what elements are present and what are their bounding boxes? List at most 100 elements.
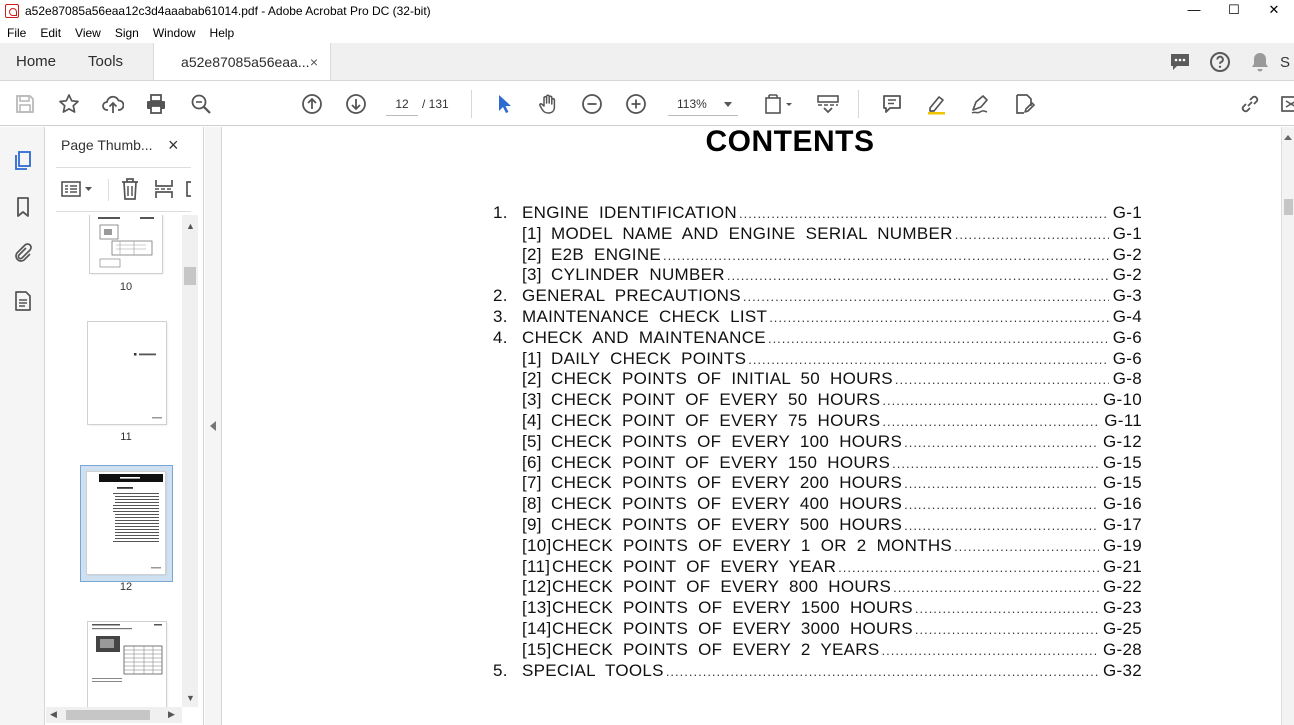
scroll-up-icon[interactable]: ▲ [186,221,195,231]
zoom-search-icon[interactable] [187,90,215,118]
page-up-icon[interactable] [298,90,326,118]
print-icon[interactable] [142,90,170,118]
minimize-button[interactable]: — [1174,0,1214,22]
menu-file[interactable]: File [0,26,33,40]
more-panel-tools-icon[interactable] [184,178,191,205]
extract-pages-icon[interactable] [153,178,175,205]
tab-document[interactable]: a52e87085a56eaa... × [153,43,332,80]
toc-entry-page: G-11 [1104,410,1142,430]
help-icon[interactable] [1200,43,1240,81]
thumbnail-page-11[interactable] [88,322,166,424]
thumbnails-icon[interactable] [10,147,36,173]
delete-page-icon[interactable] [119,177,141,206]
toc-entry-page: G-15 [1103,473,1142,493]
toc-entry[interactable]: [3] CHECK POINT OF EVERY 50 HOURS G-10 [493,390,1142,411]
toc-entry-title: CHECK POINT OF EVERY 75 HOURS [551,410,881,430]
toc-entry[interactable]: [8] CHECK POINTS OF EVERY 400 HOURS G-16 [493,494,1142,515]
toc-entry[interactable]: [6] CHECK POINT OF EVERY 150 HOURS G-15 [493,453,1142,474]
toc-entry[interactable]: [1] DAILY CHECK POINTS G-6 [493,349,1142,370]
edit-pdf-icon[interactable] [1010,90,1038,118]
close-window-button[interactable]: ✕ [1254,0,1294,22]
tab-home[interactable]: Home [0,43,72,80]
zoom-out-icon[interactable] [578,90,606,118]
hand-icon[interactable] [534,90,562,118]
bookmarks-icon[interactable] [10,194,36,220]
toc-entry[interactable]: [4] CHECK POINT OF EVERY 75 HOURS G-11 [493,411,1142,432]
menu-edit[interactable]: Edit [33,26,68,40]
toc-entry-title: MAINTENANCE CHECK LIST [522,306,768,326]
page-fit-icon[interactable] [760,90,796,118]
menu-help[interactable]: Help [203,26,242,40]
share-link-icon[interactable] [1236,90,1264,118]
comment-icon[interactable] [878,90,906,118]
collapse-panel-handle[interactable] [205,127,222,725]
highlight-icon[interactable] [922,90,950,118]
scroll-up-icon[interactable] [1284,135,1292,140]
toc-leader-dots [882,643,1099,658]
notifications-bell-icon[interactable] [1240,43,1280,81]
more-tools-icon[interactable] [1280,90,1294,118]
toc-entry[interactable]: 3. MAINTENANCE CHECK LIST G-4 [493,307,1142,328]
toc-entry[interactable]: [13]CHECK POINTS OF EVERY 1500 HOURS G-23 [493,598,1142,619]
toc-entry[interactable]: [2] E2B ENGINE G-2 [493,245,1142,266]
zoom-in-icon[interactable] [622,90,650,118]
tab-bar: Home Tools a52e87085a56eaa... × S [0,43,1294,81]
select-arrow-icon[interactable] [490,90,518,118]
toc-entry[interactable]: [10]CHECK POINTS OF EVERY 1 OR 2 MONTHS G… [493,536,1142,557]
scroll-right-icon[interactable]: ▶ [168,709,175,720]
bookmark-star-icon[interactable] [55,90,83,118]
toc-entry[interactable]: 1. ENGINE IDENTIFICATION G-1 [493,203,1142,224]
thumbnail-options-icon[interactable] [60,179,94,204]
toc-entry[interactable]: 2. GENERAL PRECAUTIONS G-3 [493,286,1142,307]
thumbnail-page-12[interactable] [87,472,165,574]
toc-entry-page: G-21 [1103,556,1142,576]
toc-entry[interactable]: [1] MODEL NAME AND ENGINE SERIAL NUMBER G-… [493,224,1142,245]
toc-entry[interactable]: [12]CHECK POINT OF EVERY 800 HOURS G-22 [493,577,1142,598]
toc-entry[interactable]: [7] CHECK POINTS OF EVERY 200 HOURS G-15 [493,473,1142,494]
toc-entry[interactable]: [5] CHECK POINTS OF EVERY 100 HOURS G-12 [493,432,1142,453]
toc-entry-title: CHECK POINT OF EVERY 800 HOURS [552,577,892,597]
toc-entry[interactable]: 4. CHECK AND MAINTENANCE G-6 [493,328,1142,349]
menu-window[interactable]: Window [146,26,203,40]
close-panel-icon[interactable]: × [168,135,179,156]
toc-entry[interactable]: 5. SPECIAL TOOLS G-32 [493,661,1142,682]
maximize-button[interactable]: ☐ [1214,0,1254,22]
toc-entry[interactable]: [3] CYLINDER NUMBER G-2 [493,265,1142,286]
messages-icon[interactable] [1160,43,1200,81]
tab-tools[interactable]: Tools [72,43,139,80]
upload-icon[interactable] [99,90,127,118]
thumbnail-scrollbar[interactable]: ▲ ▼ [182,215,198,707]
document-view[interactable]: CONTENTS 1. ENGINE IDENTIFICATION G-1 [1] MO… [223,127,1281,725]
toc-entry[interactable]: [15]CHECK POINTS OF EVERY 2 YEARS G-28 [493,640,1142,661]
toc-entry-title: CHECK POINT OF EVERY 50 HOURS [551,390,881,410]
toc-entry[interactable]: [9] CHECK POINTS OF EVERY 500 HOURS G-17 [493,515,1142,536]
thumbnail-page-10[interactable] [90,215,162,273]
menu-sign[interactable]: Sign [108,26,146,40]
toolbar-divider [471,90,472,118]
page-down-icon[interactable] [342,90,370,118]
thumbnail-page-13[interactable] [88,622,166,707]
scroll-mode-icon[interactable] [813,90,843,118]
toc-entry[interactable]: [2] CHECK POINTS OF INITIAL 50 HOURS G-8 [493,369,1142,390]
attachments-icon[interactable] [10,240,36,266]
document-scroll-thumb[interactable] [1284,199,1293,215]
scroll-left-icon[interactable]: ◀ [50,709,57,720]
thumbnail-horizontal-scrollbar[interactable]: ◀ ▶ [46,707,182,723]
sign-in-label[interactable]: S [1280,43,1294,81]
scroll-thumb[interactable] [184,267,196,285]
toc-entry-page: G-1 [1112,223,1142,243]
menu-view[interactable]: View [68,26,108,40]
save-icon[interactable] [11,90,39,118]
main-toolbar: 12 / 131 113% [0,82,1294,126]
current-page-input[interactable]: 12 [386,92,418,116]
sign-icon[interactable] [966,90,994,118]
horizontal-scroll-thumb[interactable] [66,710,150,720]
zoom-level-select[interactable]: 113% [668,92,738,116]
layers-icon[interactable] [10,288,36,314]
scroll-down-icon[interactable]: ▼ [186,693,195,703]
panel-toolbar-divider [108,179,109,201]
toc-entry[interactable]: [11]CHECK POINT OF EVERY YEAR G-21 [493,557,1142,578]
document-scrollbar[interactable] [1281,127,1294,725]
close-tab-icon[interactable]: × [310,54,318,70]
toc-entry[interactable]: [14]CHECK POINTS OF EVERY 3000 HOURS G-25 [493,619,1142,640]
